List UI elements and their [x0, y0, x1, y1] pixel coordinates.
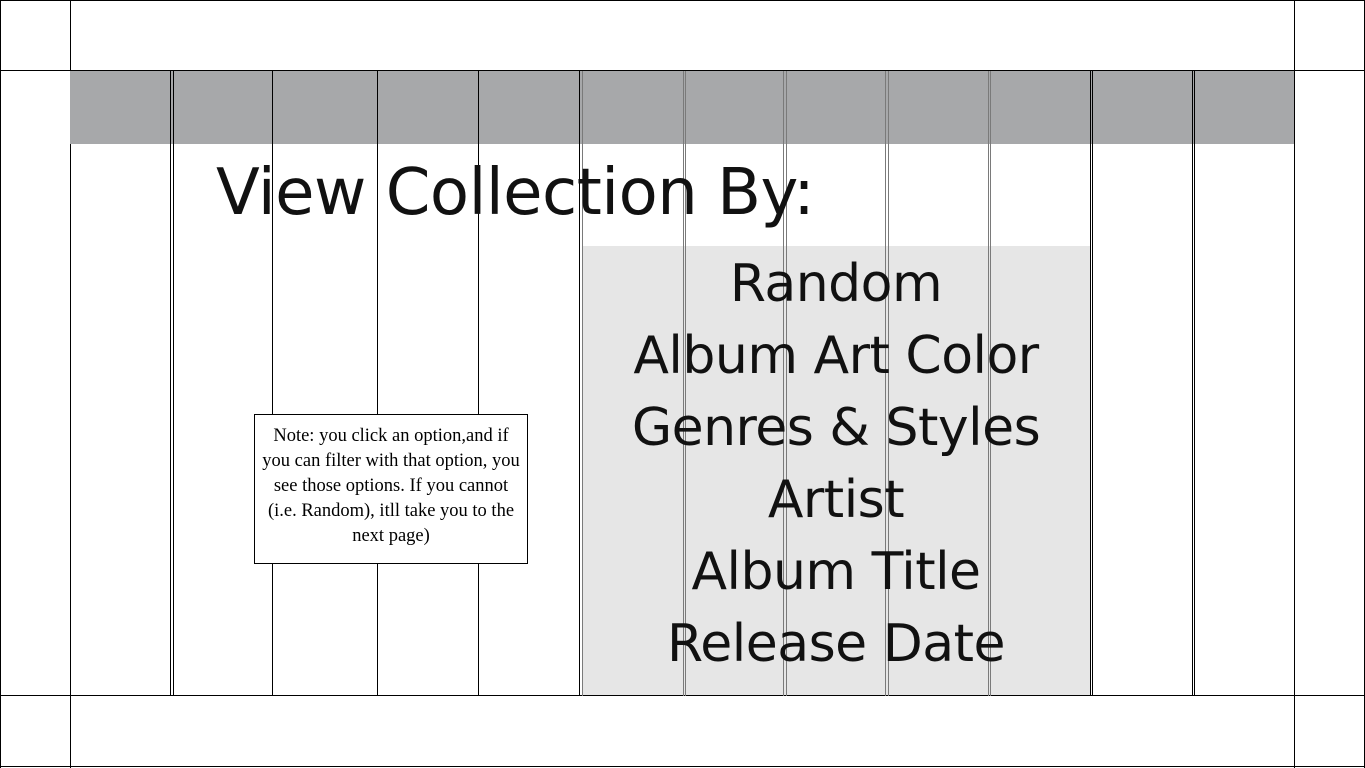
page-title: View Collection By: [216, 156, 815, 230]
grid-column-line [1194, 71, 1195, 696]
frame-line-top [0, 0, 1365, 1]
frame-line-left [0, 0, 1, 768]
grid-column-line [1092, 71, 1093, 696]
option-artist[interactable]: Artist [582, 464, 1090, 536]
header-bar [70, 71, 1294, 144]
grid-column-line [1192, 71, 1193, 696]
grid-column-line [1090, 71, 1091, 696]
option-album-art-color[interactable]: Album Art Color [582, 320, 1090, 392]
option-random[interactable]: Random [582, 248, 1090, 320]
frame-line-content-right [1294, 0, 1295, 768]
frame-line-bottom [0, 766, 1365, 767]
annotation-note: Note: you click an option,and if you can… [254, 414, 528, 564]
grid-column-line [170, 71, 171, 696]
option-album-title[interactable]: Album Title [582, 536, 1090, 608]
view-options-list: Random Album Art Color Genres & Styles A… [582, 248, 1090, 680]
option-genres-styles[interactable]: Genres & Styles [582, 392, 1090, 464]
grid-column-line [173, 71, 174, 696]
option-release-date[interactable]: Release Date [582, 608, 1090, 680]
